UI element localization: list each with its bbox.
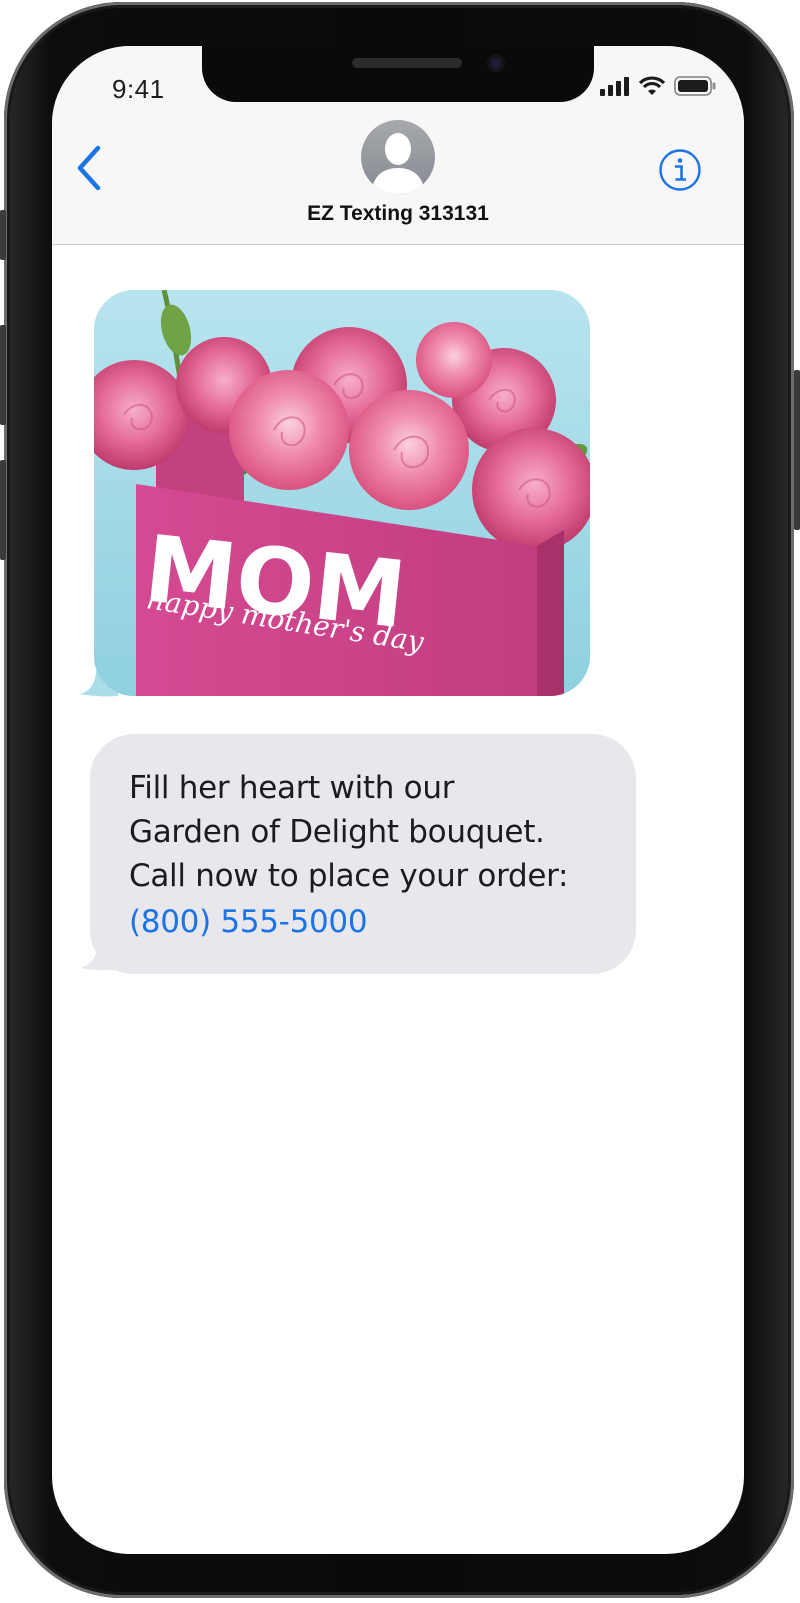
cellular-signal-icon <box>600 77 629 96</box>
phone-number-link[interactable]: (800) 555-5000 <box>129 904 368 940</box>
volume-up-button <box>0 325 6 425</box>
status-icons <box>600 76 716 96</box>
back-chevron-icon[interactable] <box>74 144 104 192</box>
sms-text-message[interactable]: Fill her heart with our Garden of Deligh… <box>90 734 636 974</box>
volume-down-button <box>0 460 6 560</box>
power-button <box>794 370 800 530</box>
contact-name[interactable]: EZ Texting 313131 <box>52 202 744 226</box>
message-line-3: Call now to place your order: <box>129 858 569 894</box>
silent-switch <box>0 210 6 260</box>
display-notch <box>202 46 594 102</box>
info-circle-icon[interactable] <box>658 148 702 192</box>
message-line-2: Garden of Delight bouquet. <box>129 814 545 850</box>
mms-image-message[interactable]: MOM happy mother's day <box>94 290 590 696</box>
battery-icon <box>674 76 716 96</box>
wifi-icon <box>638 76 666 95</box>
front-camera <box>487 54 505 72</box>
status-time: 9:41 <box>112 74 165 104</box>
mothers-day-bouquet-image: MOM happy mother's day <box>94 290 590 696</box>
earpiece-speaker <box>352 58 462 68</box>
phone-screen: 9:41 EZ Texting 313131 MOM happy mother'… <box>52 46 744 1554</box>
person-silhouette-icon <box>371 133 425 194</box>
contact-avatar[interactable] <box>361 120 435 194</box>
message-line-1: Fill her heart with our <box>129 770 455 806</box>
